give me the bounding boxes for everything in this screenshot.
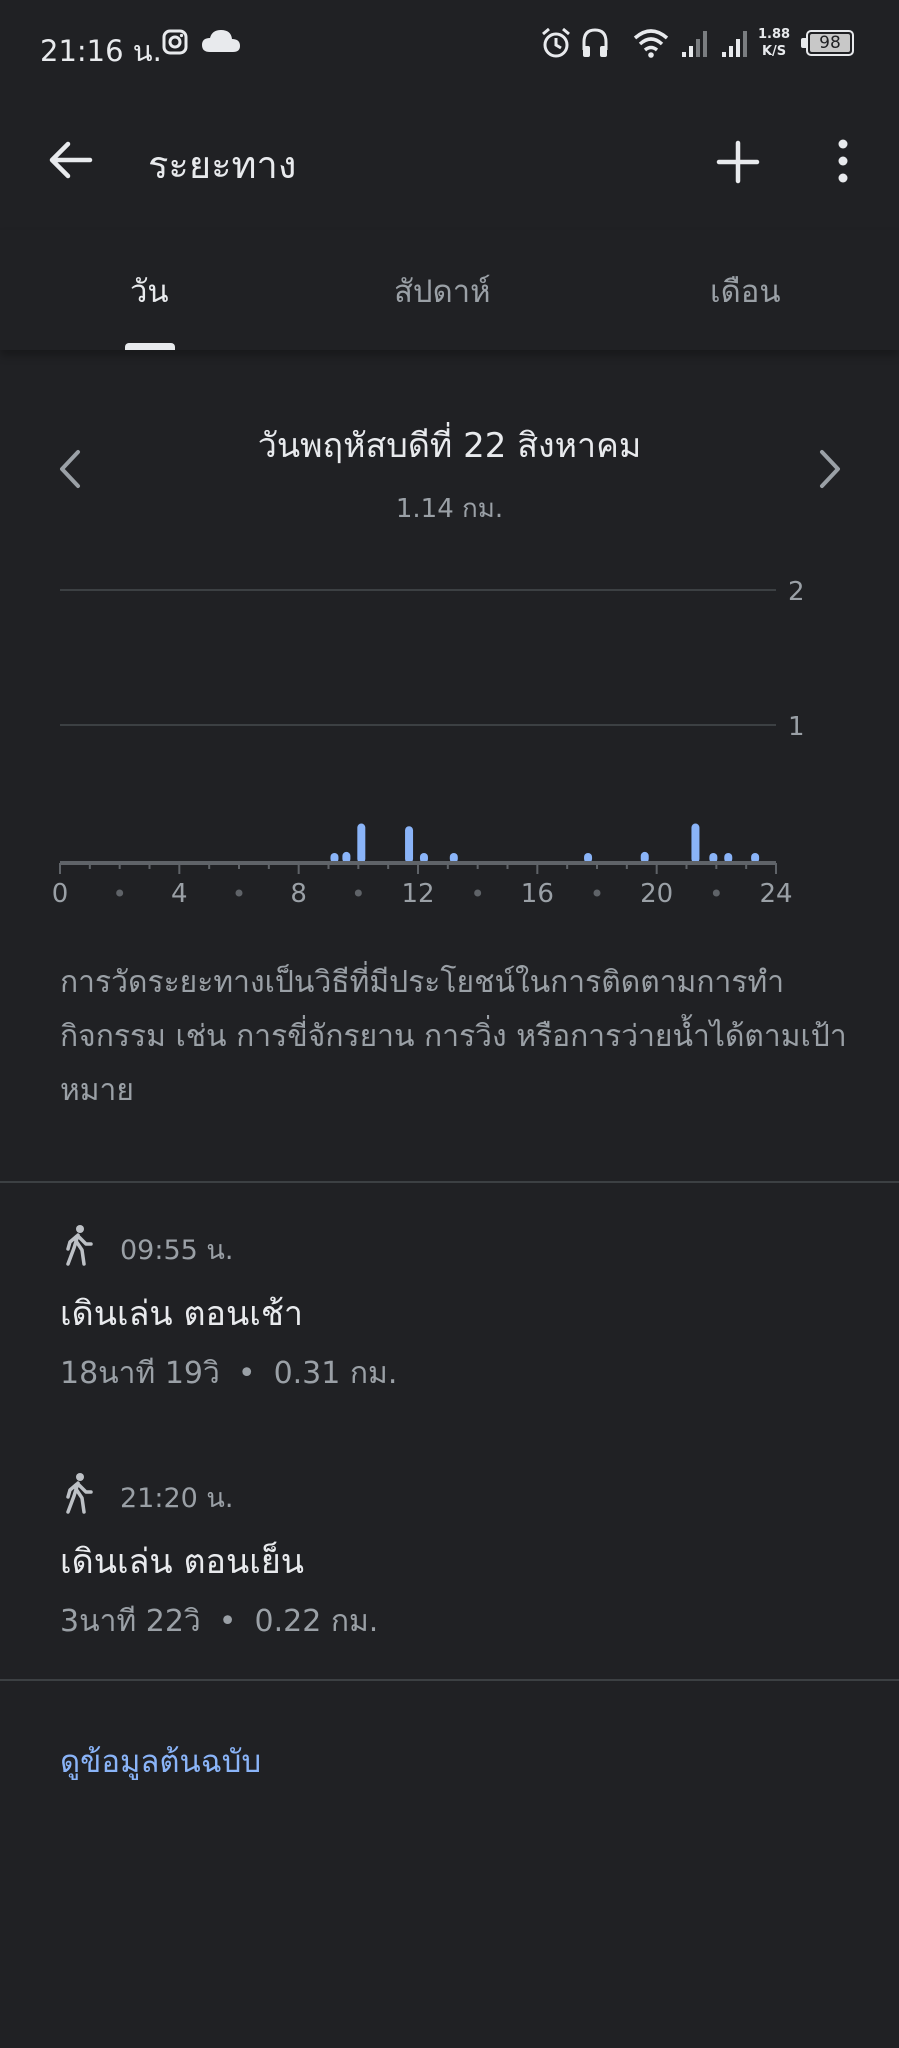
walk-icon: [66, 1473, 93, 1514]
divider: [0, 1181, 899, 1183]
walk-icon: [66, 1225, 93, 1266]
distance-chart: 2 1 0 4 8 12 16 20 24: [52, 577, 805, 909]
chart-bar: [405, 826, 414, 863]
session-duration: 18นาที 19วิ: [60, 1356, 220, 1391]
tab-indicator: [125, 343, 175, 350]
status-bar: 21:16 น. 1.88 K/S 98: [0, 0, 899, 92]
x-tick-label: 4: [171, 879, 188, 909]
x-tick-label: 24: [759, 879, 792, 909]
divider: [0, 1679, 899, 1681]
session-meta: 18นาที 19วิ • 0.31 กม.: [60, 1356, 398, 1391]
x-axis-dot: [116, 889, 124, 897]
headset-icon: [582, 28, 608, 57]
tab-week[interactable]: สัปดาห์: [394, 266, 491, 316]
session-distance: 0.31 กม.: [273, 1356, 398, 1391]
network-speed: 1.88 K/S: [758, 27, 791, 59]
signal-icon: [682, 31, 707, 57]
x-axis-dot: [474, 889, 482, 897]
session-time: 21:20 น.: [120, 1483, 234, 1514]
x-axis-dot: [354, 889, 362, 897]
instagram-icon: [162, 29, 188, 55]
tab-month[interactable]: เดือน: [710, 266, 781, 316]
page-title: ระยะทาง: [148, 143, 297, 187]
chart-bar: [691, 823, 700, 863]
x-tick-label: 16: [521, 879, 554, 909]
tab-bar: วัน สัปดาห์ เดือน: [0, 230, 899, 350]
session-meta: 3นาที 22วิ • 0.22 กม.: [60, 1604, 379, 1639]
session-title: เดินเล่น ตอนเช้า: [60, 1294, 303, 1334]
daily-total: 1.14 กม.: [395, 494, 504, 524]
view-source-data-link[interactable]: ดูข้อมูลต้นฉบับ: [60, 1736, 261, 1786]
status-time: 21:16 น.: [40, 34, 162, 68]
back-arrow-icon[interactable]: [46, 140, 94, 180]
battery-icon: 98: [806, 30, 854, 56]
wifi-icon: [633, 29, 669, 58]
x-tick-label: 12: [401, 879, 434, 909]
more-vert-icon[interactable]: [830, 138, 856, 184]
x-axis-dot: [712, 889, 720, 897]
session-duration: 3นาที 22วิ: [60, 1604, 201, 1639]
session-title: เดินเล่น ตอนเย็น: [60, 1542, 304, 1582]
x-tick-label: 20: [640, 879, 673, 909]
session-item[interactable]: 21:20 น. เดินเล่น ตอนเย็น 3นาที 22วิ • 0.2…: [0, 1458, 899, 1648]
cloud-icon: [202, 30, 240, 52]
x-tick-label: 0: [52, 879, 69, 909]
y-tick-label: 1: [788, 712, 805, 742]
description-text: การวัดระยะทางเป็นวิธีที่มีประโยชน์ในการต…: [60, 965, 847, 1108]
alarm-icon: [542, 27, 570, 58]
x-axis-dot: [593, 889, 601, 897]
y-tick-label: 2: [788, 577, 805, 607]
add-icon[interactable]: [716, 140, 760, 184]
date-title: วันพฤหัสบดีที่ 22 สิงหาคม: [257, 426, 642, 466]
signal-icon: [722, 31, 747, 57]
session-time: 09:55 น.: [120, 1235, 234, 1266]
battery-level: 98: [819, 33, 841, 53]
tab-day[interactable]: วัน: [130, 266, 169, 316]
session-distance: 0.22 กม.: [254, 1604, 379, 1639]
session-item[interactable]: 09:55 น. เดินเล่น ตอนเช้า 18นาที 19วิ • 0.…: [0, 1210, 899, 1400]
chevron-right-icon[interactable]: [816, 448, 844, 490]
x-axis-dot: [235, 889, 243, 897]
chart-bar: [357, 823, 366, 863]
x-tick-label: 8: [290, 879, 307, 909]
